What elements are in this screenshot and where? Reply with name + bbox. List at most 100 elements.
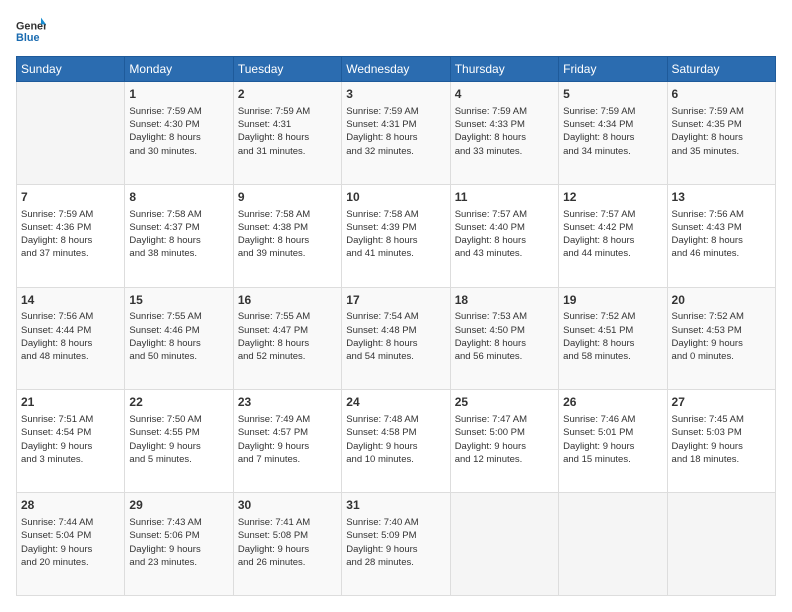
sunrise-text: Sunrise: 7:40 AM bbox=[346, 516, 445, 529]
sunrise-text: Sunrise: 7:51 AM bbox=[21, 413, 120, 426]
daylight-text: Daylight: 9 hours bbox=[238, 440, 337, 453]
day-number: 25 bbox=[455, 394, 554, 411]
sunset-text: Sunset: 4:58 PM bbox=[346, 426, 445, 439]
sunrise-text: Sunrise: 7:47 AM bbox=[455, 413, 554, 426]
calendar-cell: 30Sunrise: 7:41 AMSunset: 5:08 PMDayligh… bbox=[233, 493, 341, 596]
day-number: 15 bbox=[129, 292, 228, 309]
calendar-week-row: 21Sunrise: 7:51 AMSunset: 4:54 PMDayligh… bbox=[17, 390, 776, 493]
sunset-text: Sunset: 4:37 PM bbox=[129, 221, 228, 234]
day-number: 22 bbox=[129, 394, 228, 411]
sunset-text: Sunset: 5:06 PM bbox=[129, 529, 228, 542]
daylight-text: Daylight: 9 hours bbox=[672, 440, 771, 453]
calendar-cell: 11Sunrise: 7:57 AMSunset: 4:40 PMDayligh… bbox=[450, 184, 558, 287]
sunrise-text: Sunrise: 7:50 AM bbox=[129, 413, 228, 426]
daylight-text: Daylight: 8 hours bbox=[455, 131, 554, 144]
daylight-text: Daylight: 9 hours bbox=[238, 543, 337, 556]
sunrise-text: Sunrise: 7:59 AM bbox=[21, 208, 120, 221]
weekday-header: Sunday bbox=[17, 57, 125, 82]
sunrise-text: Sunrise: 7:59 AM bbox=[455, 105, 554, 118]
sunset-text: Sunset: 4:51 PM bbox=[563, 324, 662, 337]
daylight-text-cont: and 48 minutes. bbox=[21, 350, 120, 363]
daylight-text: Daylight: 8 hours bbox=[238, 337, 337, 350]
sunrise-text: Sunrise: 7:54 AM bbox=[346, 310, 445, 323]
daylight-text-cont: and 50 minutes. bbox=[129, 350, 228, 363]
daylight-text: Daylight: 8 hours bbox=[238, 131, 337, 144]
calendar-week-row: 28Sunrise: 7:44 AMSunset: 5:04 PMDayligh… bbox=[17, 493, 776, 596]
day-number: 31 bbox=[346, 497, 445, 514]
sunset-text: Sunset: 4:48 PM bbox=[346, 324, 445, 337]
calendar-cell: 19Sunrise: 7:52 AMSunset: 4:51 PMDayligh… bbox=[559, 287, 667, 390]
day-number: 1 bbox=[129, 86, 228, 103]
daylight-text-cont: and 5 minutes. bbox=[129, 453, 228, 466]
day-number: 17 bbox=[346, 292, 445, 309]
day-number: 28 bbox=[21, 497, 120, 514]
calendar-week-row: 1Sunrise: 7:59 AMSunset: 4:30 PMDaylight… bbox=[17, 82, 776, 185]
calendar-cell: 10Sunrise: 7:58 AMSunset: 4:39 PMDayligh… bbox=[342, 184, 450, 287]
sunrise-text: Sunrise: 7:46 AM bbox=[563, 413, 662, 426]
sunset-text: Sunset: 4:42 PM bbox=[563, 221, 662, 234]
daylight-text-cont: and 18 minutes. bbox=[672, 453, 771, 466]
sunset-text: Sunset: 4:40 PM bbox=[455, 221, 554, 234]
calendar-cell: 18Sunrise: 7:53 AMSunset: 4:50 PMDayligh… bbox=[450, 287, 558, 390]
calendar-cell: 21Sunrise: 7:51 AMSunset: 4:54 PMDayligh… bbox=[17, 390, 125, 493]
daylight-text: Daylight: 9 hours bbox=[672, 337, 771, 350]
daylight-text: Daylight: 9 hours bbox=[455, 440, 554, 453]
sunrise-text: Sunrise: 7:44 AM bbox=[21, 516, 120, 529]
calendar-cell bbox=[559, 493, 667, 596]
calendar-cell: 25Sunrise: 7:47 AMSunset: 5:00 PMDayligh… bbox=[450, 390, 558, 493]
calendar-cell: 1Sunrise: 7:59 AMSunset: 4:30 PMDaylight… bbox=[125, 82, 233, 185]
weekday-header: Saturday bbox=[667, 57, 775, 82]
day-number: 29 bbox=[129, 497, 228, 514]
sunset-text: Sunset: 4:36 PM bbox=[21, 221, 120, 234]
calendar-cell: 2Sunrise: 7:59 AMSunset: 4:31Daylight: 8… bbox=[233, 82, 341, 185]
sunset-text: Sunset: 5:03 PM bbox=[672, 426, 771, 439]
daylight-text: Daylight: 8 hours bbox=[563, 131, 662, 144]
day-number: 9 bbox=[238, 189, 337, 206]
day-number: 18 bbox=[455, 292, 554, 309]
daylight-text: Daylight: 8 hours bbox=[455, 337, 554, 350]
daylight-text: Daylight: 8 hours bbox=[346, 234, 445, 247]
daylight-text-cont: and 44 minutes. bbox=[563, 247, 662, 260]
daylight-text: Daylight: 9 hours bbox=[21, 543, 120, 556]
calendar-cell: 17Sunrise: 7:54 AMSunset: 4:48 PMDayligh… bbox=[342, 287, 450, 390]
day-number: 12 bbox=[563, 189, 662, 206]
day-number: 20 bbox=[672, 292, 771, 309]
sunrise-text: Sunrise: 7:58 AM bbox=[129, 208, 228, 221]
sunset-text: Sunset: 4:46 PM bbox=[129, 324, 228, 337]
header: General Blue bbox=[16, 16, 776, 46]
daylight-text: Daylight: 9 hours bbox=[563, 440, 662, 453]
sunset-text: Sunset: 4:31 bbox=[238, 118, 337, 131]
day-number: 24 bbox=[346, 394, 445, 411]
sunrise-text: Sunrise: 7:57 AM bbox=[455, 208, 554, 221]
calendar-cell: 28Sunrise: 7:44 AMSunset: 5:04 PMDayligh… bbox=[17, 493, 125, 596]
daylight-text-cont: and 43 minutes. bbox=[455, 247, 554, 260]
calendar-cell: 29 Sunrise: 7:43 AMSunset: 5:06 PMDayligh… bbox=[125, 493, 233, 596]
calendar-cell: 6Sunrise: 7:59 AMSunset: 4:35 PMDaylight… bbox=[667, 82, 775, 185]
daylight-text: Daylight: 8 hours bbox=[129, 234, 228, 247]
daylight-text-cont: and 35 minutes. bbox=[672, 145, 771, 158]
sunrise-text: Sunrise: 7:59 AM bbox=[129, 105, 228, 118]
calendar-cell bbox=[17, 82, 125, 185]
daylight-text-cont: and 31 minutes. bbox=[238, 145, 337, 158]
sunset-text: Sunset: 4:33 PM bbox=[455, 118, 554, 131]
sunrise-text: Sunrise: 7:57 AM bbox=[563, 208, 662, 221]
page: General Blue SundayMondayTuesdayWednesda… bbox=[0, 0, 792, 612]
daylight-text-cont: and 58 minutes. bbox=[563, 350, 662, 363]
day-number: 3 bbox=[346, 86, 445, 103]
daylight-text: Daylight: 8 hours bbox=[346, 337, 445, 350]
sunset-text: Sunset: 5:08 PM bbox=[238, 529, 337, 542]
calendar-cell: 23Sunrise: 7:49 AMSunset: 4:57 PMDayligh… bbox=[233, 390, 341, 493]
sunrise-text: Sunrise: 7:43 AM bbox=[129, 516, 228, 529]
sunrise-text: Sunrise: 7:52 AM bbox=[672, 310, 771, 323]
day-number: 4 bbox=[455, 86, 554, 103]
sunrise-text: Sunrise: 7:45 AM bbox=[672, 413, 771, 426]
daylight-text-cont: and 52 minutes. bbox=[238, 350, 337, 363]
daylight-text-cont: and 41 minutes. bbox=[346, 247, 445, 260]
calendar-cell: 4 Sunrise: 7:59 AMSunset: 4:33 PMDaylight… bbox=[450, 82, 558, 185]
day-number: 11 bbox=[455, 189, 554, 206]
daylight-text: Daylight: 8 hours bbox=[672, 234, 771, 247]
daylight-text: Daylight: 9 hours bbox=[129, 543, 228, 556]
calendar-cell: 7Sunrise: 7:59 AMSunset: 4:36 PMDaylight… bbox=[17, 184, 125, 287]
sunset-text: Sunset: 4:31 PM bbox=[346, 118, 445, 131]
sunset-text: Sunset: 4:39 PM bbox=[346, 221, 445, 234]
